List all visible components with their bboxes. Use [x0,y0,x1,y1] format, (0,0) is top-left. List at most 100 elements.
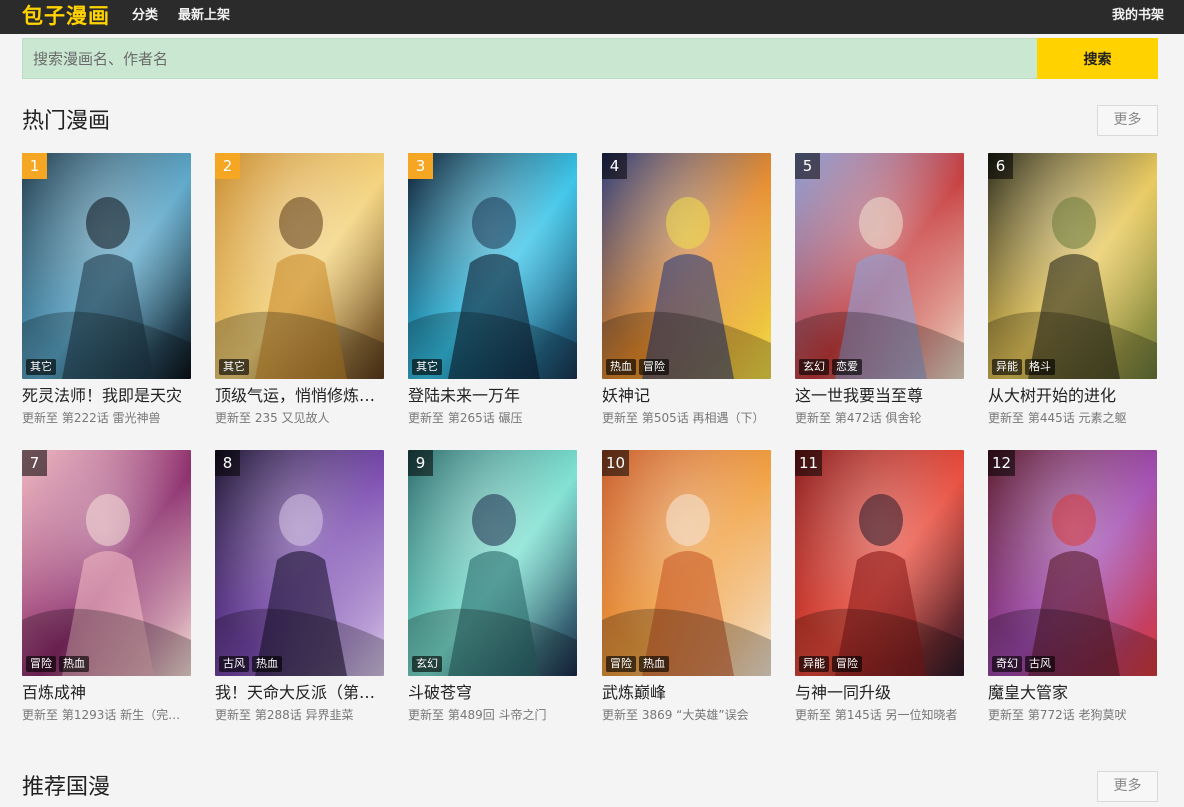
comic-card[interactable]: 5 玄幻 恋爱这一世我要当至尊更新至 第472话 俱舍轮 [795,153,964,433]
genre-tags: 热血 冒险 [606,359,669,375]
genre-tag: 冒险 [832,656,862,672]
comic-cover-image[interactable]: 6 异能 格斗 [988,153,1157,379]
comic-card[interactable]: 12 奇幻 古风魔皇大管家更新至 第772话 老狗莫吠 [988,450,1157,730]
comic-latest-chapter[interactable]: 更新至 235 又见故人 [215,410,384,426]
site-logo[interactable]: 包子漫画 [22,2,110,30]
comic-card[interactable]: 7 冒险 热血百炼成神更新至 第1293话 新生（完结） [22,450,191,730]
comic-latest-chapter[interactable]: 更新至 第222话 雷光神兽 [22,410,191,426]
genre-tag: 冒险 [606,656,636,672]
comic-title[interactable]: 这一世我要当至尊 [795,385,964,407]
comic-latest-chapter[interactable]: 更新至 第505话 再相遇（下） [602,410,771,426]
comic-title[interactable]: 从大树开始的进化 [988,385,1157,407]
rank-badge: 6 [988,153,1013,179]
comic-cover-image[interactable]: 10 冒险 热血 [602,450,771,676]
genre-tag: 格斗 [1025,359,1055,375]
comic-card[interactable]: 1 其它死灵法师！我即是天灾更新至 第222话 雷光神兽 [22,153,191,433]
comic-cover-image[interactable]: 4 热血 冒险 [602,153,771,379]
comic-card[interactable]: 9 玄幻斗破苍穹更新至 第489回 斗帝之门 [408,450,577,730]
genre-tag: 恋爱 [832,359,862,375]
genre-tag: 异能 [992,359,1022,375]
genre-tag: 热血 [639,656,669,672]
search-bar: 搜索 [22,38,1158,79]
rank-badge: 7 [22,450,47,476]
comic-card[interactable]: 10 冒险 热血武炼巅峰更新至 3869 “大英雄”误会 [602,450,771,730]
genre-tag: 热血 [59,656,89,672]
rank-badge: 10 [602,450,630,476]
section-title-recommended: 推荐国漫 [22,775,111,800]
genre-tag: 奇幻 [992,656,1022,672]
comic-latest-chapter[interactable]: 更新至 第145话 另一位知晓者 [795,707,964,723]
genre-tag: 冒险 [639,359,669,375]
comic-cover-image[interactable]: 9 玄幻 [408,450,577,676]
comic-latest-chapter[interactable]: 更新至 第472话 俱舍轮 [795,410,964,426]
comic-card[interactable]: 11 异能 冒险与神一同升级更新至 第145话 另一位知晓者 [795,450,964,730]
comic-latest-chapter[interactable]: 更新至 第1293话 新生（完结） [22,707,191,723]
comic-cover-image[interactable]: 5 玄幻 恋爱 [795,153,964,379]
search-input[interactable] [22,38,1037,79]
comic-cover-image[interactable]: 7 冒险 热血 [22,450,191,676]
genre-tag: 异能 [799,656,829,672]
comic-title[interactable]: 我！天命大反派（第二季） [215,682,384,704]
comic-card[interactable]: 6 异能 格斗从大树开始的进化更新至 第445话 元素之躯 [988,153,1157,433]
genre-tags: 异能 格斗 [992,359,1055,375]
comic-title[interactable]: 顶级气运，悄悄修炼千年 [215,385,384,407]
genre-tag: 其它 [219,359,249,375]
comic-latest-chapter[interactable]: 更新至 第265话 碾压 [408,410,577,426]
genre-tag: 冒险 [26,656,56,672]
comic-card[interactable]: 2 其它顶级气运，悄悄修炼千年更新至 235 又见故人 [215,153,384,433]
comic-latest-chapter[interactable]: 更新至 第772话 老狗莫吠 [988,707,1157,723]
comic-title[interactable]: 妖神记 [602,385,771,407]
genre-tags: 冒险 热血 [606,656,669,672]
section-title-hot: 热门漫画 [22,109,111,134]
comic-title[interactable]: 死灵法师！我即是天灾 [22,385,191,407]
genre-tag: 热血 [606,359,636,375]
genre-tags: 奇幻 古风 [992,656,1055,672]
search-button[interactable]: 搜索 [1037,38,1158,79]
genre-tags: 冒险 热血 [26,656,89,672]
comic-latest-chapter[interactable]: 更新至 第445话 元素之躯 [988,410,1157,426]
comic-title[interactable]: 百炼成神 [22,682,191,704]
comic-title[interactable]: 斗破苍穹 [408,682,577,704]
rank-badge: 11 [795,450,823,476]
comic-cover-image[interactable]: 11 异能 冒险 [795,450,964,676]
comic-latest-chapter[interactable]: 更新至 第489回 斗帝之门 [408,707,577,723]
nav-new-releases-link[interactable]: 最新上架 [178,0,230,32]
genre-tag: 其它 [26,359,56,375]
rank-badge: 9 [408,450,433,476]
comic-cover-image[interactable]: 8 古风 热血 [215,450,384,676]
comic-cover-image[interactable]: 2 其它 [215,153,384,379]
genre-tag: 热血 [252,656,282,672]
rank-badge: 5 [795,153,820,179]
comic-title[interactable]: 登陆未来一万年 [408,385,577,407]
comic-card[interactable]: 3 其它登陆未来一万年更新至 第265话 碾压 [408,153,577,433]
genre-tags: 其它 [219,359,249,375]
comic-cover-image[interactable]: 3 其它 [408,153,577,379]
my-bookshelf-link[interactable]: 我的书架 [1112,0,1164,32]
rank-badge: 4 [602,153,627,179]
comic-title[interactable]: 武炼巅峰 [602,682,771,704]
more-button-recommended[interactable]: 更多 [1097,771,1158,802]
genre-tags: 玄幻 恋爱 [799,359,862,375]
comic-latest-chapter[interactable]: 更新至 3869 “大英雄”误会 [602,707,771,723]
genre-tags: 古风 热血 [219,656,282,672]
rank-badge: 1 [22,153,47,179]
comic-title[interactable]: 与神一同升级 [795,682,964,704]
nav-category-link[interactable]: 分类 [132,0,158,32]
genre-tag: 玄幻 [799,359,829,375]
rank-badge: 2 [215,153,240,179]
genre-tag: 其它 [412,359,442,375]
genre-tags: 异能 冒险 [799,656,862,672]
comic-latest-chapter[interactable]: 更新至 第288话 异界韭菜 [215,707,384,723]
genre-tags: 玄幻 [412,656,442,672]
genre-tag: 古风 [219,656,249,672]
comic-title[interactable]: 魔皇大管家 [988,682,1157,704]
genre-tags: 其它 [412,359,442,375]
comic-card[interactable]: 4 热血 冒险妖神记更新至 第505话 再相遇（下） [602,153,771,433]
top-navbar: 包子漫画 分类 最新上架 我的书架 [0,0,1184,34]
genre-tag: 古风 [1025,656,1055,672]
comic-cover-image[interactable]: 1 其它 [22,153,191,379]
rank-badge: 12 [988,450,1016,476]
comic-cover-image[interactable]: 12 奇幻 古风 [988,450,1157,676]
more-button-hot[interactable]: 更多 [1097,105,1158,136]
comic-card[interactable]: 8 古风热血我！天命大反派（第二季） 更新至 第288话 异界韭菜 [215,450,384,730]
